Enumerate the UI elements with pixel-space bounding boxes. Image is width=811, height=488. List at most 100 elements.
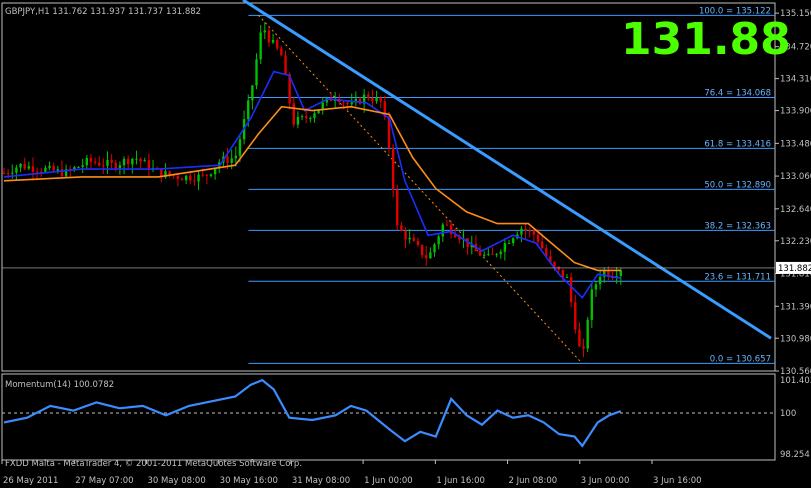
chart-header: GBPJPY,H1 131.762 131.937 131.737 131.88… — [5, 7, 201, 17]
candle-body — [342, 102, 345, 104]
momentum-tick-label: 98.254 — [780, 450, 810, 460]
candle-body — [52, 165, 55, 171]
time-tick-label: 2 Jun 08:00 — [509, 476, 558, 486]
candle-body — [396, 189, 399, 226]
candle-body — [197, 174, 200, 182]
candle-body — [565, 276, 569, 278]
candle-body — [263, 30, 266, 33]
candle-body — [425, 255, 428, 259]
candle-body — [267, 30, 271, 43]
candle-body — [416, 240, 420, 245]
candle-body — [234, 155, 238, 159]
candle-body — [102, 165, 105, 167]
candle-body — [400, 225, 403, 231]
candle-body — [135, 158, 138, 160]
candle-body — [371, 98, 374, 102]
time-tick-label: 30 May 16:00 — [220, 476, 278, 486]
candle-body — [594, 284, 598, 290]
candle-body — [309, 117, 312, 119]
candle-body — [15, 167, 18, 173]
candle-body — [495, 254, 498, 256]
fib-level-label: 38.2 = 132.363 — [704, 221, 771, 231]
candle-body — [23, 163, 26, 169]
candle-body — [499, 251, 502, 255]
candle-body — [226, 156, 229, 163]
fib-level-label: 23.6 = 131.711 — [704, 272, 771, 282]
candle-body — [598, 276, 602, 285]
price-tick-label: 130.980 — [780, 334, 811, 344]
candle-body — [251, 85, 254, 101]
candle-body — [230, 158, 233, 163]
momentum-title: Momentum(14) 100.0782 — [5, 380, 114, 390]
time-tick-label: 3 Jun 16:00 — [653, 476, 702, 486]
moving-averages — [3, 70, 621, 299]
candle-body — [110, 160, 113, 163]
fib-level-label: 50.0 = 132.890 — [704, 180, 771, 190]
momentum-tick-label: 100 — [780, 409, 796, 419]
candle-body — [478, 251, 482, 256]
candle-body — [11, 172, 14, 174]
time-tick-label: 27 May 07:00 — [75, 476, 133, 486]
candle-body — [114, 162, 117, 169]
candle-body — [367, 94, 370, 99]
price-tick-label: 133.900 — [780, 107, 811, 117]
candle-body — [118, 165, 122, 169]
candle-body — [590, 289, 594, 320]
candle-body — [238, 139, 242, 156]
price-tick-label: 133.060 — [780, 172, 811, 182]
fast-moving-average-line — [3, 70, 621, 299]
candle-body — [404, 230, 407, 240]
candle-body — [433, 244, 436, 253]
candle-body — [491, 253, 494, 255]
candle-body — [619, 270, 622, 277]
trading-chart[interactable]: 100.0 = 135.12276.4 = 134.06861.8 = 133.… — [0, 0, 811, 488]
candle-body — [578, 329, 581, 347]
candle-body — [569, 276, 573, 303]
price-tick-label: 131.390 — [780, 302, 811, 312]
candle-body — [77, 166, 80, 168]
candle-body — [300, 116, 304, 118]
time-tick-label: 1 Jun 00:00 — [364, 476, 413, 486]
candle-body — [6, 173, 10, 175]
candle-body — [574, 302, 577, 330]
candle-body — [511, 238, 515, 244]
candle-body — [528, 230, 531, 232]
momentum-indicator: 101.403 100 98.254 — [2, 376, 811, 460]
candle-body — [350, 102, 353, 105]
candle-body — [284, 55, 287, 75]
fib-level-label: 0.0 = 130.657 — [710, 354, 771, 364]
candle-body — [126, 158, 130, 165]
candle-body — [193, 180, 196, 182]
time-tick-label: 1 Jun 16:00 — [436, 476, 485, 486]
candle-body — [255, 59, 258, 86]
candle-body — [205, 174, 209, 176]
momentum-tick-label: 101.403 — [780, 376, 811, 386]
fib-level-label: 76.4 = 134.068 — [704, 88, 771, 98]
price-tick-label: 133.480 — [780, 139, 811, 149]
time-tick-label: 30 May 08:00 — [147, 476, 205, 486]
candle-body — [379, 97, 382, 102]
candle-body — [582, 346, 585, 349]
candle-body — [2, 172, 6, 174]
candle-body — [482, 254, 486, 256]
candle-body — [391, 147, 395, 190]
candle-body — [561, 269, 565, 278]
candle-body — [276, 39, 279, 49]
candle-body — [81, 165, 84, 167]
candle-body — [131, 158, 134, 165]
candle-body — [586, 319, 589, 349]
candle-body — [93, 161, 97, 163]
candle-body — [346, 102, 349, 105]
candle-body — [35, 171, 39, 173]
candle-body — [412, 237, 416, 241]
candle-body — [441, 224, 444, 237]
momentum-panel-frame — [1, 373, 776, 461]
time-tick-label: 3 Jun 00:00 — [581, 476, 630, 486]
candle-body — [201, 174, 204, 176]
candle-body — [420, 244, 424, 256]
copyright-text: FXDD Malta - MetaTrader 4, © 2001-2011 M… — [5, 459, 302, 469]
candle-body — [271, 39, 275, 43]
candle-body — [296, 116, 300, 125]
current-price-tag-label: 131.882 — [778, 264, 811, 274]
candle-body — [48, 165, 51, 168]
